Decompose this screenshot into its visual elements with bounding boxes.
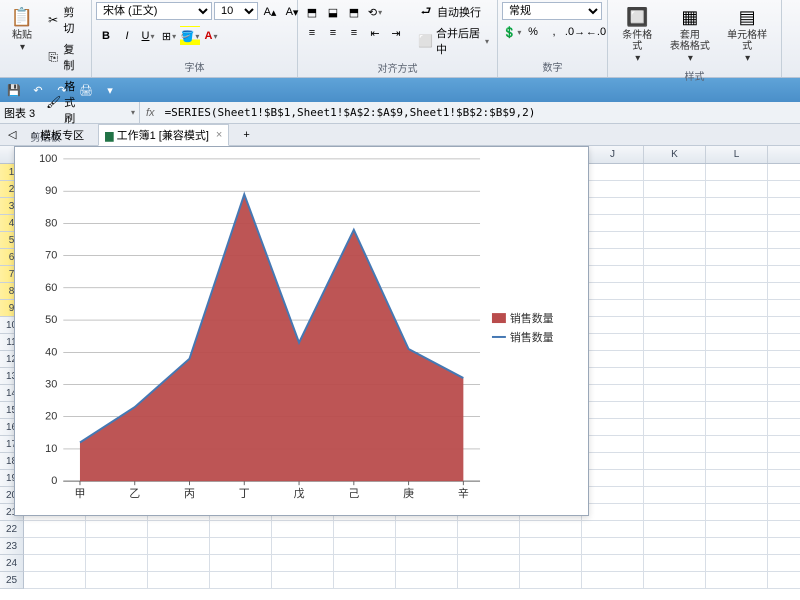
row-header[interactable]: 24: [0, 555, 24, 572]
paste-icon: 📋: [10, 5, 34, 29]
svg-text:己: 己: [348, 488, 359, 500]
align-left-button[interactable]: ≡: [302, 23, 322, 43]
align-middle-button[interactable]: ⬓: [323, 2, 343, 22]
table-icon: ▦: [678, 5, 702, 29]
col-header[interactable]: L: [706, 146, 768, 163]
group-number-title: 数字: [502, 58, 603, 75]
svg-text:50: 50: [45, 314, 57, 326]
excel-icon: ▆: [105, 129, 113, 142]
align-bottom-button[interactable]: ⬒: [344, 2, 364, 22]
home-icon: ⌂: [30, 129, 37, 141]
svg-text:乙: 乙: [129, 487, 140, 500]
embedded-chart[interactable]: 0102030405060708090100甲乙丙丁戊己庚辛销售数量销售数量: [14, 146, 589, 516]
svg-text:70: 70: [45, 250, 57, 262]
name-box-input[interactable]: [4, 107, 130, 119]
fill-color-button[interactable]: 🪣▾: [180, 26, 200, 46]
row-header[interactable]: 22: [0, 521, 24, 538]
row-header[interactable]: 23: [0, 538, 24, 555]
paste-button[interactable]: 📋 粘贴▾: [4, 2, 40, 56]
border-button[interactable]: ⊞▾: [159, 26, 179, 46]
tab-workbook[interactable]: ▆工作簿1 [兼容模式]×: [98, 124, 229, 146]
indent-dec-button[interactable]: ⇤: [365, 23, 385, 43]
cond-format-icon: 🔲: [625, 5, 649, 29]
print-button[interactable]: 🖨: [76, 80, 96, 100]
conditional-format-button[interactable]: 🔲条件格式▾: [612, 2, 663, 67]
wrap-icon: ⮐: [418, 4, 434, 20]
qat-more-button[interactable]: ▾: [100, 80, 120, 100]
undo-button[interactable]: ↶: [28, 80, 48, 100]
tab-new[interactable]: +: [237, 127, 255, 143]
row-header[interactable]: 25: [0, 572, 24, 589]
name-box[interactable]: ▾: [0, 102, 140, 123]
align-right-button[interactable]: ≡: [344, 23, 364, 43]
inc-decimal-button[interactable]: .0→: [565, 22, 585, 42]
font-name-select[interactable]: 宋体 (正文): [96, 2, 212, 20]
svg-text:0: 0: [51, 475, 57, 487]
col-header[interactable]: J: [582, 146, 644, 163]
copy-button[interactable]: ⎘复制: [42, 39, 87, 75]
font-color-button[interactable]: A▾: [201, 26, 221, 46]
svg-text:辛: 辛: [458, 486, 469, 500]
cell-styles-button[interactable]: ▤单元格样式▾: [717, 2, 777, 67]
svg-text:销售数量: 销售数量: [510, 311, 554, 325]
comma-button[interactable]: ,: [544, 22, 564, 42]
tab-back-icon[interactable]: ◁: [8, 128, 16, 141]
indent-inc-button[interactable]: ⇥: [386, 23, 406, 43]
save-button[interactable]: 💾: [4, 80, 24, 100]
svg-text:丁: 丁: [239, 488, 250, 500]
redo-button[interactable]: ↷: [52, 80, 72, 100]
font-size-select[interactable]: 10: [214, 2, 258, 20]
svg-text:80: 80: [45, 217, 57, 229]
formula-bar: ▾ fx =SERIES(Sheet1!$B$1,Sheet1!$A$2:$A$…: [0, 102, 800, 124]
wrap-text-button[interactable]: ⮐自动换行: [414, 2, 493, 22]
scissors-icon: ✂: [46, 12, 60, 28]
fx-icon[interactable]: fx: [140, 107, 161, 119]
close-tab-icon[interactable]: ×: [216, 129, 222, 141]
chart-svg: 0102030405060708090100甲乙丙丁戊己庚辛销售数量销售数量: [15, 147, 588, 515]
formula-input[interactable]: =SERIES(Sheet1!$B$1,Sheet1!$A$2:$A$9,She…: [161, 106, 800, 119]
svg-text:20: 20: [45, 411, 57, 423]
svg-text:销售数量: 销售数量: [510, 330, 554, 344]
italic-button[interactable]: I: [117, 26, 137, 46]
svg-text:40: 40: [45, 346, 57, 358]
svg-text:60: 60: [45, 282, 57, 294]
orientation-button[interactable]: ⟲▾: [365, 2, 385, 22]
align-center-button[interactable]: ≡: [323, 23, 343, 43]
svg-text:100: 100: [39, 153, 57, 165]
ribbon: 📋 粘贴▾ ✂剪切 ⎘复制 🖌格式刷 剪贴板 宋体 (正文) 10 A▴ A▾ …: [0, 0, 800, 78]
align-top-button[interactable]: ⬒: [302, 2, 322, 22]
copy-icon: ⎘: [46, 49, 60, 65]
svg-text:庚: 庚: [403, 486, 414, 500]
group-align-title: 对齐方式: [302, 59, 493, 76]
group-styles-title: 样式: [612, 67, 777, 84]
cell-style-icon: ▤: [735, 5, 759, 29]
svg-text:戊: 戊: [294, 487, 305, 500]
bold-button[interactable]: B: [96, 26, 116, 46]
grow-font-button[interactable]: A▴: [260, 2, 280, 22]
cut-button[interactable]: ✂剪切: [42, 2, 87, 38]
svg-text:90: 90: [45, 185, 57, 197]
svg-text:丙: 丙: [184, 488, 195, 500]
group-font-title: 字体: [96, 58, 293, 75]
number-format-select[interactable]: 常规: [502, 2, 602, 20]
dec-decimal-button[interactable]: ←.0: [586, 22, 606, 42]
col-header[interactable]: K: [644, 146, 706, 163]
format-table-button[interactable]: ▦套用 表格格式▾: [665, 2, 716, 67]
merge-icon: ⬜: [418, 33, 433, 49]
underline-button[interactable]: U▾: [138, 26, 158, 46]
svg-text:甲: 甲: [74, 488, 85, 500]
currency-button[interactable]: 💲▾: [502, 22, 522, 42]
svg-text:30: 30: [45, 378, 57, 390]
tab-templates[interactable]: ⌂模板专区: [24, 125, 90, 145]
svg-text:10: 10: [45, 443, 57, 455]
workbook-tabs: ◁ ⌂模板专区 ▆工作簿1 [兼容模式]× +: [0, 124, 800, 146]
percent-button[interactable]: %: [523, 22, 543, 42]
worksheet-grid[interactable]: ABCDEFGHIJKL 123456789101112131415161718…: [0, 146, 800, 600]
merge-center-button[interactable]: ⬜合并后居中▾: [414, 23, 493, 59]
